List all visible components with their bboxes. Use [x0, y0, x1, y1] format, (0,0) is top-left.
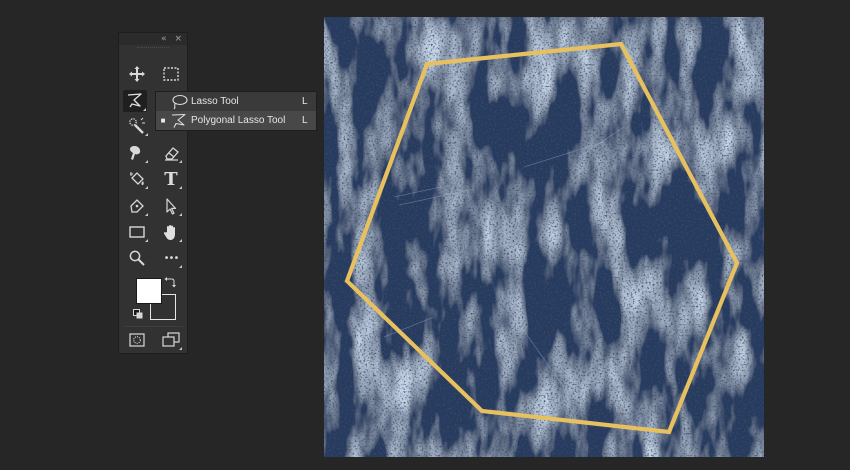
quick-mask-mode-button[interactable] [125, 329, 149, 351]
toolbar-divider [125, 326, 183, 327]
edit-toolbar-button[interactable]: ••• [159, 247, 183, 269]
tool-group-indicator [145, 186, 148, 189]
lasso-icon [172, 94, 188, 109]
hand-tool-button[interactable] [159, 221, 183, 243]
quick-mask-icon [129, 333, 145, 347]
pen-icon [130, 199, 144, 213]
paint-bucket-tool-button[interactable] [125, 168, 149, 190]
tool-group-indicator [143, 108, 146, 111]
move-tool-button[interactable] [125, 63, 149, 85]
healing-brush-icon [129, 146, 141, 160]
selected-indicator: ■ [160, 116, 166, 125]
tool-group-indicator [145, 239, 148, 242]
zoom-icon [129, 250, 145, 266]
rectangle-tool-button[interactable] [125, 221, 149, 243]
marquee-icon [163, 67, 179, 81]
flyout-item-shortcut: L [302, 115, 308, 126]
paint-bucket-icon [130, 172, 144, 185]
collapse-panel-button[interactable]: « [161, 34, 167, 44]
tool-group-indicator [145, 160, 148, 163]
polygonal-lasso-icon [127, 93, 142, 108]
move-icon [129, 66, 145, 82]
path-selection-tool-button[interactable] [159, 195, 183, 217]
screen-mode-icon [162, 332, 180, 347]
tool-group-indicator [179, 347, 182, 350]
quick-selection-icon [129, 117, 145, 134]
rectangular-marquee-tool-button[interactable] [159, 63, 183, 85]
flyout-item-polygonal-lasso-tool[interactable]: ■ Polygonal Lasso Tool L [156, 111, 316, 130]
zoom-tool-button[interactable] [125, 247, 149, 269]
polygonal-lasso-tool-button[interactable] [123, 90, 147, 112]
tool-group-indicator [179, 186, 182, 189]
flyout-item-shortcut: L [302, 96, 308, 107]
eraser-icon [165, 147, 179, 161]
rectangle-icon [129, 226, 145, 238]
tool-group-indicator [179, 160, 182, 163]
screen-mode-button[interactable] [159, 329, 183, 351]
lasso-tool-flyout: Lasso Tool L ■ Polygonal Lasso Tool L [155, 91, 317, 131]
flyout-item-label: Polygonal Lasso Tool [191, 115, 286, 126]
path-selection-icon [166, 198, 177, 215]
tools-panel: « × T ••• [118, 32, 188, 354]
type-tool-button[interactable]: T [159, 168, 183, 190]
hand-icon [163, 225, 175, 240]
default-colors-icon[interactable] [133, 309, 143, 319]
more-icon: ••• [163, 252, 180, 264]
flyout-item-lasso-tool[interactable]: Lasso Tool L [156, 92, 316, 111]
quick-selection-tool-button[interactable] [125, 115, 149, 137]
healing-brush-tool-button[interactable] [125, 142, 149, 164]
tool-group-indicator [179, 265, 182, 268]
polygonal-lasso-icon [171, 113, 186, 128]
tool-group-indicator [145, 213, 148, 216]
tool-group-indicator [179, 213, 182, 216]
flyout-item-label: Lasso Tool [191, 96, 239, 107]
canvas-artwork [324, 17, 764, 457]
panel-grip[interactable] [137, 47, 169, 58]
close-panel-button[interactable]: × [174, 34, 182, 44]
tool-group-indicator [145, 133, 148, 136]
tool-group-indicator [179, 239, 182, 242]
document-canvas[interactable] [324, 17, 764, 457]
type-icon: T [164, 168, 178, 190]
tools-panel-header: « × [119, 33, 187, 45]
foreground-color-swatch[interactable] [136, 278, 162, 304]
eraser-tool-button[interactable] [159, 142, 183, 164]
pen-tool-button[interactable] [125, 195, 149, 217]
swap-colors-icon[interactable] [164, 276, 176, 288]
